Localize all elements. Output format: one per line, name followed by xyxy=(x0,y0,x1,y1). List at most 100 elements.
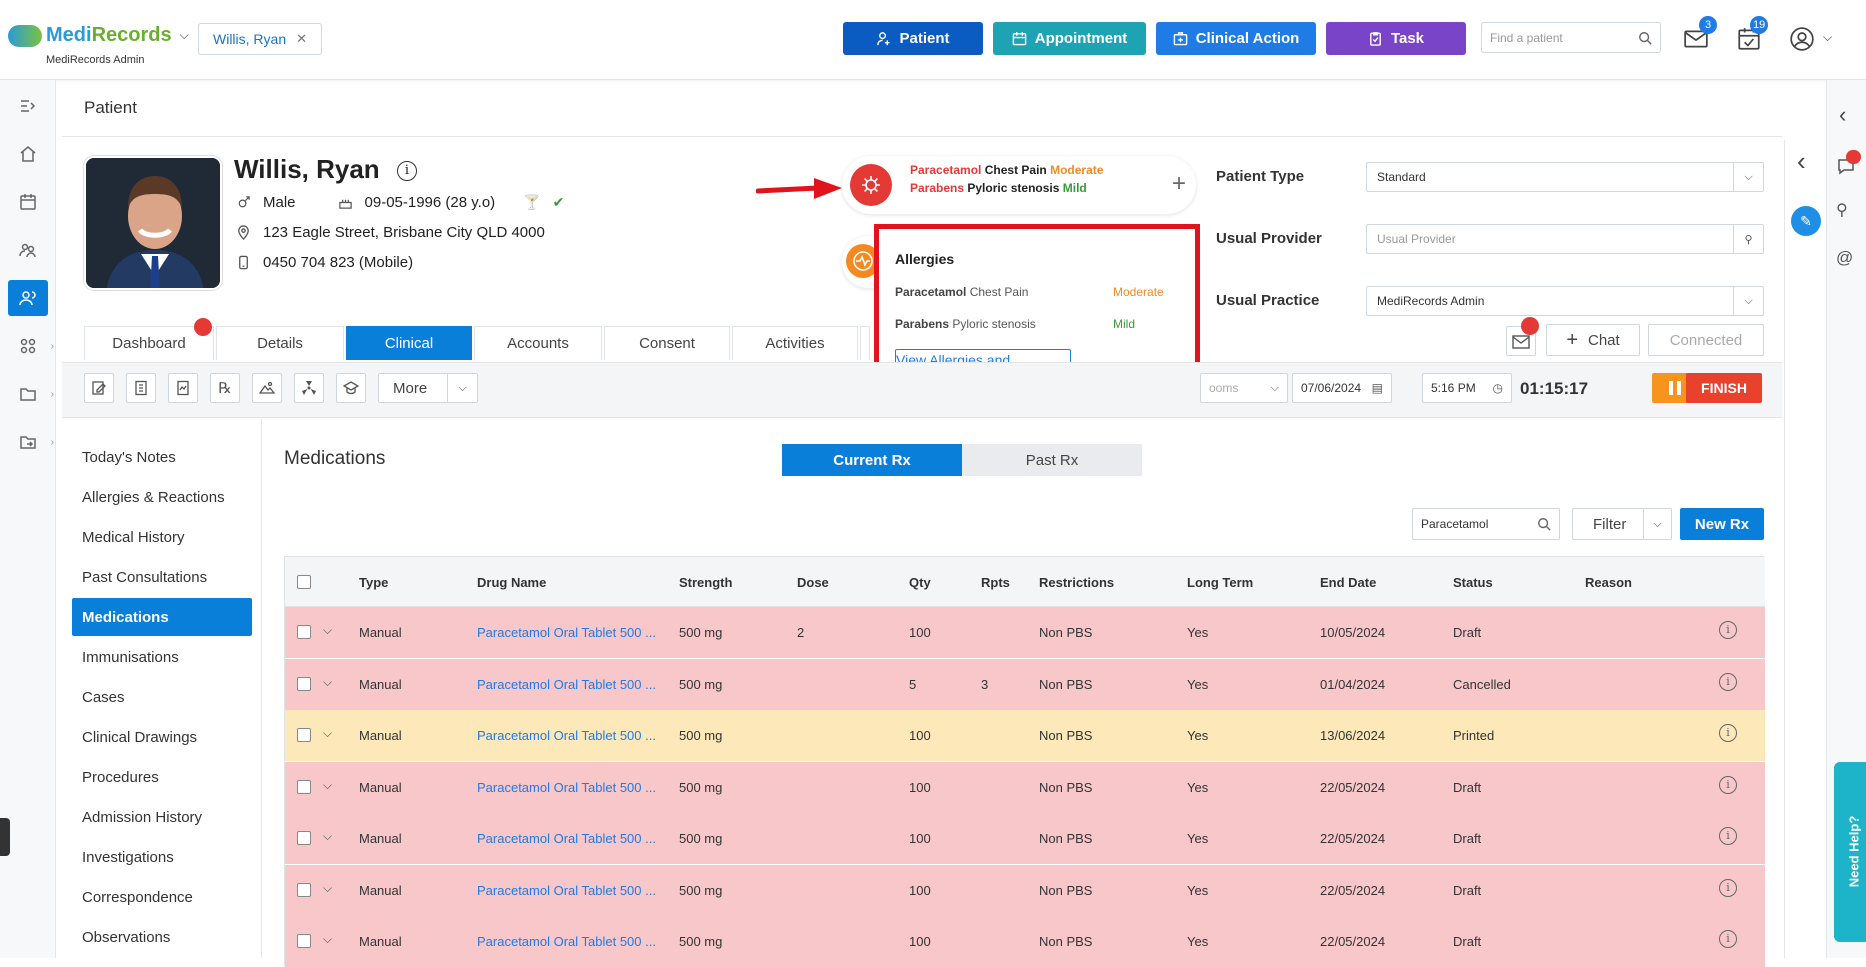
menu-investigations[interactable]: Investigations xyxy=(72,838,252,876)
find-patient-input[interactable]: Find a patient xyxy=(1481,22,1661,53)
table-row[interactable]: ⌵ Manual Paracetamol Oral Tablet 500 ... 50… xyxy=(285,813,1765,864)
prescription-tool-button[interactable]: ℞ xyxy=(210,373,240,403)
table-row[interactable]: ⌵ Manual Paracetamol Oral Tablet 500 ... 50… xyxy=(285,710,1765,761)
education-tool-button[interactable] xyxy=(336,373,366,403)
tasks-button[interactable]: 19 xyxy=(1736,16,1769,54)
info-icon[interactable]: i xyxy=(1719,672,1737,691)
radiation-tool-button[interactable] xyxy=(294,373,324,403)
tab-clinical[interactable]: Clinical xyxy=(346,326,472,360)
tab-activities[interactable]: Activities xyxy=(732,326,858,360)
expand-row-icon[interactable]: ⌵ xyxy=(323,881,332,896)
nav-calendar[interactable] xyxy=(8,184,48,220)
row-checkbox[interactable] xyxy=(297,676,311,691)
cell-drug[interactable]: Paracetamol Oral Tablet 500 ... xyxy=(477,883,656,898)
info-icon[interactable]: i xyxy=(1719,621,1737,639)
finish-button[interactable]: FINISH xyxy=(1686,373,1762,403)
usual-provider-input[interactable]: Usual Provider ⚲ xyxy=(1366,224,1764,254)
cell-drug[interactable]: Paracetamol Oral Tablet 500 ... xyxy=(477,728,656,743)
menu-todays-notes[interactable]: Today's Notes xyxy=(72,438,252,476)
chevron-down-icon[interactable]: ⌵ xyxy=(180,28,189,43)
user-menu[interactable]: ⌵ xyxy=(1789,26,1833,54)
menu-admission-history[interactable]: Admission History xyxy=(72,798,252,836)
more-tools-button[interactable]: More ⌵ xyxy=(378,373,478,403)
menu-medications[interactable]: Medications xyxy=(72,598,252,636)
past-rx-toggle[interactable]: Past Rx xyxy=(962,444,1142,476)
row-checkbox[interactable] xyxy=(297,625,311,639)
table-row[interactable]: ⌵ Manual Paracetamol Oral Tablet 500 ... 50… xyxy=(285,607,1765,658)
chat-button[interactable]: + Chat xyxy=(1546,324,1640,356)
row-checkbox[interactable] xyxy=(297,882,311,897)
menu-cases[interactable]: Cases xyxy=(72,678,252,716)
tab-more-edge[interactable] xyxy=(860,326,870,360)
notes-tool-button[interactable] xyxy=(84,373,114,403)
new-rx-button[interactable]: New Rx xyxy=(1680,508,1764,540)
expand-row-icon[interactable]: ⌵ xyxy=(323,623,332,638)
chevron-down-icon[interactable]: ⌵ xyxy=(1643,509,1671,539)
appointment-button[interactable]: Appointment xyxy=(993,22,1146,55)
pin-icon[interactable]: ⚲ xyxy=(1836,200,1848,220)
nav-exports[interactable]: › xyxy=(8,424,54,460)
menu-observations[interactable]: Observations xyxy=(72,918,252,956)
room-select[interactable]: ooms ⌵ xyxy=(1200,373,1288,403)
nav-groups[interactable]: › xyxy=(8,328,54,364)
menu-medical-history[interactable]: Medical History xyxy=(72,518,252,556)
filter-button[interactable]: Filter ⌵ xyxy=(1572,508,1672,540)
cell-drug[interactable]: Paracetamol Oral Tablet 500 ... xyxy=(477,831,656,846)
expand-row-icon[interactable]: ⌵ xyxy=(323,675,332,690)
tag-icon[interactable]: ✎ xyxy=(1791,206,1821,236)
form-tool-button[interactable] xyxy=(168,373,198,403)
chevron-down-icon[interactable]: ⌵ xyxy=(1733,287,1763,315)
patient-button[interactable]: Patient xyxy=(843,22,983,55)
date-input[interactable]: 07/06/2024 ▤ xyxy=(1292,373,1392,403)
column-header[interactable]: Reason xyxy=(1585,575,1632,590)
notifications-button[interactable]: 12 xyxy=(1830,150,1862,180)
search-icon[interactable] xyxy=(1537,517,1551,531)
imaging-tool-button[interactable] xyxy=(252,373,282,403)
message-button[interactable]: 1 xyxy=(1506,317,1539,356)
nav-patients[interactable] xyxy=(8,280,48,316)
nav-home[interactable] xyxy=(8,136,48,172)
vaccine-icon[interactable]: ✔ xyxy=(553,194,565,211)
cell-drug[interactable]: Paracetamol Oral Tablet 500 ... xyxy=(477,934,656,949)
column-header[interactable]: Status xyxy=(1453,575,1493,590)
info-icon[interactable]: i xyxy=(1719,827,1737,845)
info-icon[interactable]: i xyxy=(1719,724,1737,742)
allergy-summary-pill[interactable]: Paracetamol Chest Pain Moderate Parabens… xyxy=(842,156,1196,214)
column-header[interactable]: End Date xyxy=(1320,575,1376,590)
column-header[interactable]: Drug Name xyxy=(477,575,546,590)
patient-type-select[interactable]: Standard ⌵ xyxy=(1366,162,1764,192)
search-icon[interactable] xyxy=(1638,31,1652,45)
tab-consent[interactable]: Consent xyxy=(604,326,730,360)
search-icon[interactable]: ⚲ xyxy=(1733,225,1763,253)
expand-row-icon[interactable]: ⌵ xyxy=(323,778,332,793)
column-header[interactable]: Strength xyxy=(679,575,732,590)
expand-row-icon[interactable]: ⌵ xyxy=(323,726,332,741)
collapse-panel-icon[interactable]: ‹ xyxy=(1797,146,1806,177)
info-icon[interactable]: i xyxy=(1719,775,1737,794)
need-help-tab[interactable]: Need Help? xyxy=(1834,762,1866,942)
document-tool-button[interactable] xyxy=(126,373,156,403)
menu-procedures[interactable]: Procedures xyxy=(72,758,252,796)
alcohol-icon[interactable]: 🍸 xyxy=(523,194,540,211)
menu-immunisations[interactable]: Immunisations xyxy=(72,638,252,676)
menu-allergies-reactions[interactable]: Allergies & Reactions xyxy=(72,478,252,516)
mail-button[interactable]: 3 xyxy=(1683,16,1717,54)
info-icon[interactable]: i xyxy=(396,161,417,181)
column-header[interactable]: Qty xyxy=(909,575,931,590)
row-checkbox[interactable] xyxy=(297,831,311,845)
app-logo[interactable]: MediRecords ⌵ xyxy=(8,24,189,47)
chevron-down-icon[interactable]: ⌵ xyxy=(447,374,477,402)
column-header[interactable]: Type xyxy=(359,575,388,590)
column-header[interactable]: Long Term xyxy=(1187,575,1253,590)
info-icon[interactable]: i xyxy=(1719,878,1737,897)
time-input[interactable]: 5:16 PM ◷ xyxy=(1422,373,1512,403)
table-row[interactable]: ⌵ Manual Paracetamol Oral Tablet 500 ... 50… xyxy=(285,864,1765,916)
mention-icon[interactable]: @ xyxy=(1836,248,1853,268)
menu-clinical-drawings[interactable]: Clinical Drawings xyxy=(72,718,252,756)
left-edge-handle[interactable] xyxy=(0,818,10,856)
info-icon[interactable]: i xyxy=(1719,930,1737,948)
expand-menu-button[interactable] xyxy=(8,88,48,124)
table-row[interactable]: ⌵ Manual Paracetamol Oral Tablet 500 ... 50… xyxy=(285,658,1765,710)
calendar-icon[interactable]: ▤ xyxy=(1372,381,1383,395)
clinical-action-button[interactable]: Clinical Action xyxy=(1156,22,1316,55)
